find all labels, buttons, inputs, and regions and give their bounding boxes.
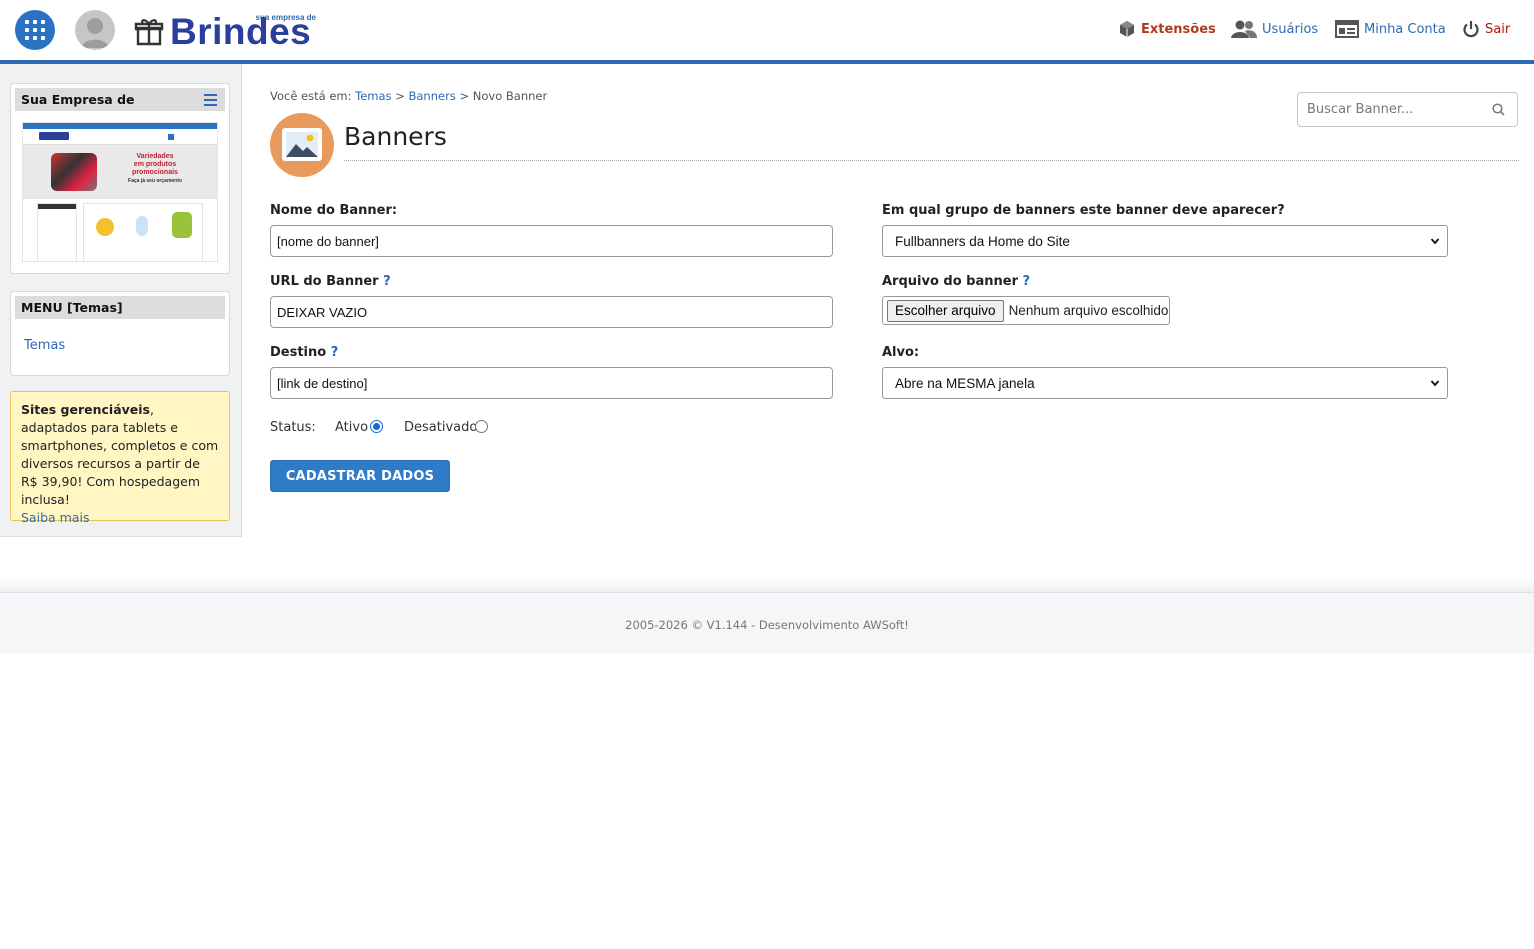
nav-extensions[interactable]: Extensões (1118, 17, 1216, 41)
nav-users[interactable]: Usuários (1231, 17, 1318, 41)
search-input[interactable] (1298, 93, 1478, 126)
search-icon[interactable] (1492, 103, 1505, 116)
target-label: Alvo: (882, 345, 920, 360)
banner-file-input[interactable]: Escolher arquivo Nenhum arquivo escolhid… (882, 296, 1170, 325)
site-preview-header: Sua Empresa de (15, 88, 225, 111)
banner-file-help-icon[interactable]: ? (1023, 274, 1031, 289)
users-icon (1231, 20, 1257, 38)
promo-headline: Sites gerenciáveis (21, 402, 150, 417)
cube-icon (1120, 21, 1134, 37)
footer: 2005-2026 © V1.144 - Desenvolvimento AWS… (0, 592, 1534, 654)
promo-text: , adaptados para tablets e smartphones, … (21, 402, 219, 507)
banner-url-label: URL do Banner ? (270, 274, 391, 289)
status-label: Status: (270, 420, 316, 435)
banner-name-input[interactable] (270, 225, 833, 257)
banner-name-label: Nome do Banner: (270, 203, 398, 218)
menu-header: MENU [Temas] (15, 296, 225, 319)
target-select[interactable]: Abre na MESMA janela (882, 367, 1448, 399)
nav-exit-label: Sair (1485, 21, 1511, 37)
nav-my-account[interactable]: Minha Conta (1335, 17, 1446, 41)
status-inactive-radio[interactable] (475, 420, 488, 433)
site-thumbnail[interactable]: Variedades em produtos promocionais Faça… (22, 122, 218, 262)
user-avatar[interactable] (75, 10, 115, 50)
gift-box-icon (134, 19, 164, 46)
banner-url-help-icon[interactable]: ? (383, 274, 391, 289)
thumbnail-line-4: Faça já seu orçamento (128, 178, 182, 184)
thumbnail-line-3: promocionais (132, 169, 178, 176)
apps-grid-icon[interactable] (15, 10, 55, 50)
nav-users-label: Usuários (1262, 21, 1319, 37)
breadcrumb: Você está em: Temas > Banners > Novo Ban… (270, 89, 547, 103)
banner-group-label: Em qual grupo de banners este banner dev… (882, 203, 1285, 218)
status-active-label: Ativo (335, 420, 369, 435)
destination-label-text: Destino (270, 345, 327, 360)
breadcrumb-separator: > (459, 89, 470, 103)
promo-link[interactable]: Saiba mais (21, 509, 219, 527)
nav-my-account-label: Minha Conta (1364, 21, 1446, 37)
file-status-text: Nenhum arquivo escolhido (1008, 303, 1169, 318)
target-value: Abre na MESMA janela (895, 375, 1035, 391)
nav-extensions-label: Extensões (1141, 21, 1216, 37)
promo-box: Sites gerenciáveis, adaptados para table… (10, 391, 230, 525)
banner-group-value: Fullbanners da Home do Site (895, 233, 1070, 249)
thumbnail-line-1: Variedades (136, 153, 174, 160)
breadcrumb-separator: > (395, 89, 405, 103)
logo-text: Brindes (170, 11, 312, 52)
top-bar: sua empresa de Brindes Extensões Usuário… (0, 0, 1534, 60)
sidebar: Sua Empresa de Variedades em produtos pr… (0, 64, 242, 537)
status-inactive-label: Desativado (404, 420, 478, 435)
footer-copyright: 2005-2026 © V1.144 - Desenvolvimento AWS… (625, 618, 909, 632)
breadcrumb-temas[interactable]: Temas (355, 89, 391, 103)
banner-url-input[interactable] (270, 296, 833, 328)
choose-file-button[interactable]: Escolher arquivo (887, 299, 1004, 322)
chevron-down-icon (1430, 380, 1440, 387)
breadcrumb-current: Novo Banner (472, 89, 548, 103)
submit-button[interactable]: CADASTRAR DADOS (270, 460, 450, 492)
thumbnail-line-2: em produtos (133, 161, 177, 168)
destination-input[interactable] (270, 367, 833, 399)
destination-label: Destino ? (270, 345, 338, 360)
page-title: Banners (344, 122, 447, 151)
title-divider (344, 160, 1519, 161)
banner-image-icon (270, 113, 334, 177)
banner-url-label-text: URL do Banner (270, 274, 379, 289)
nav-exit[interactable]: Sair (1462, 17, 1510, 41)
id-card-icon (1335, 20, 1359, 38)
banner-group-select[interactable]: Fullbanners da Home do Site (882, 225, 1448, 257)
site-preview-box: Sua Empresa de Variedades em produtos pr… (10, 83, 230, 274)
power-icon (1463, 21, 1479, 38)
footer-shadow (0, 578, 1534, 592)
hamburger-menu-icon[interactable] (204, 94, 217, 109)
banner-file-label: Arquivo do banner ? (882, 274, 1030, 289)
breadcrumb-prefix: Você está em: (270, 89, 352, 103)
menu-item-temas[interactable]: Temas (24, 338, 65, 353)
search-box (1297, 92, 1518, 127)
breadcrumb-banners[interactable]: Banners (409, 89, 456, 103)
status-active-radio[interactable] (370, 420, 383, 433)
menu-box: MENU [Temas] Temas (10, 291, 230, 376)
site-preview-title: Sua Empresa de (21, 92, 135, 107)
destination-help-icon[interactable]: ? (331, 345, 339, 360)
banner-file-label-text: Arquivo do banner (882, 274, 1018, 289)
chevron-down-icon (1430, 238, 1440, 245)
